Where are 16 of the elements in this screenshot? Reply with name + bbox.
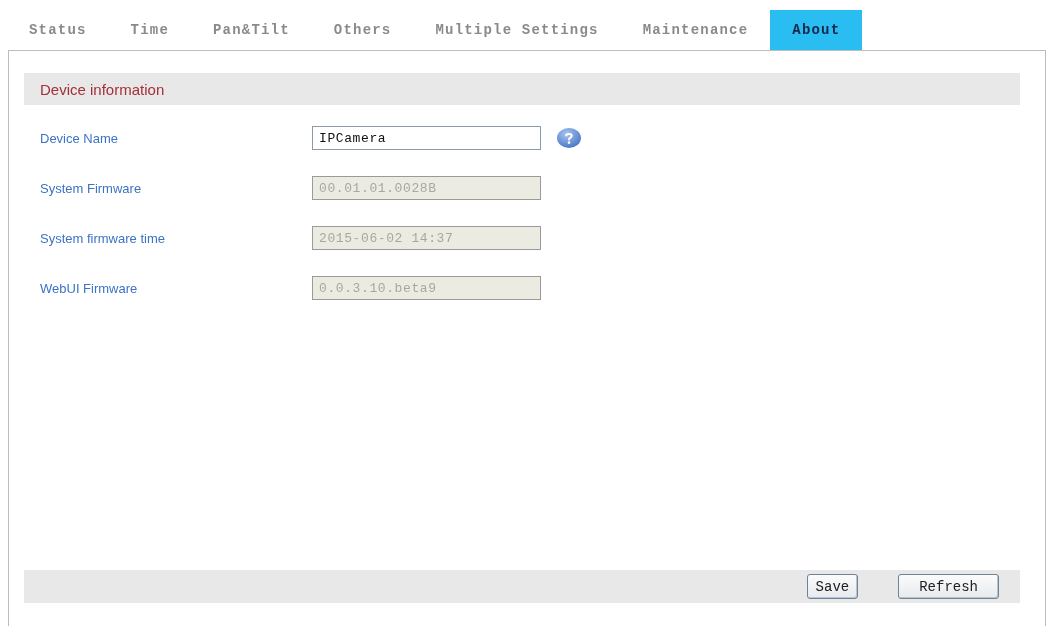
tab[interactable]: Maintenance: [620, 10, 771, 50]
tab[interactable]: About: [770, 10, 863, 50]
section-title: Device information: [40, 80, 165, 98]
help-icon[interactable]: [557, 128, 581, 148]
text-field[interactable]: IPCamera: [312, 126, 541, 150]
refresh-button[interactable]: Refresh: [898, 574, 999, 599]
field-label: WebUI Firmware: [40, 280, 139, 296]
field-label: System firmware time: [40, 230, 166, 246]
tab[interactable]: Time: [108, 10, 191, 50]
tab[interactable]: Multiple Settings: [413, 10, 621, 50]
tab[interactable]: Others: [311, 10, 414, 50]
tab[interactable]: Status: [7, 10, 109, 50]
field-label: Device Name: [40, 130, 120, 146]
field-label: System Firmware: [40, 180, 143, 196]
tab[interactable]: Pan&Tilt: [191, 10, 312, 50]
save-button[interactable]: Save: [806, 574, 859, 599]
